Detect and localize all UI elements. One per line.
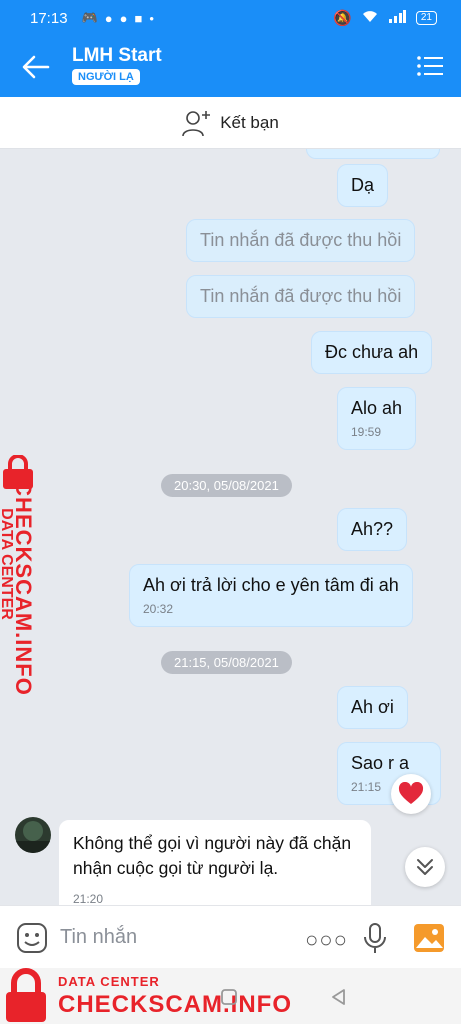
message-list[interactable]: Dạ Tin nhắn đã được thu hồi Tin nhắn đã …: [0, 149, 461, 905]
home-icon[interactable]: [220, 988, 238, 1006]
padlock-icon: [6, 968, 46, 1022]
momo-icon: ■: [134, 10, 143, 26]
chat-header: LMH Start NGƯỜI LẠ: [0, 36, 461, 97]
message-bubble-recalled[interactable]: Tin nhắn đã được thu hồi: [186, 219, 416, 262]
watermark-text-big: CHECKSCAM.INFO: [58, 991, 292, 1018]
message-bubble[interactable]: Ah ơi: [337, 686, 408, 729]
dot-icon: •: [149, 10, 154, 26]
message-text: Ah??: [351, 519, 394, 539]
back-nav-icon[interactable]: [330, 988, 348, 1006]
message-text: Ah ơi: [351, 697, 394, 717]
message-time: 20:32: [143, 602, 174, 616]
messenger-icon: ●: [104, 10, 113, 26]
chat-icon: ●: [119, 10, 128, 26]
message-bubble-incoming[interactable]: Không thể gọi vì người này đã chặn nhận …: [59, 820, 371, 905]
message-bubble[interactable]: Alo ah 19:59: [337, 387, 417, 450]
message-bubble[interactable]: Đc chưa ah: [311, 331, 433, 374]
message-time: 19:59: [351, 425, 382, 439]
message-text: Không thể gọi vì người này đã chặn nhận …: [73, 833, 352, 878]
message-bubble-recalled[interactable]: Tin nhắn đã được thu hồi: [186, 275, 416, 318]
message-bubble[interactable]: Dạ: [337, 164, 389, 207]
signal-icon: [388, 9, 406, 27]
date-separator: 21:15, 05/08/2021: [161, 651, 292, 674]
wifi-icon: [362, 9, 378, 27]
contact-name[interactable]: LMH Start: [72, 45, 162, 67]
double-chevron-down-icon: [417, 859, 433, 875]
message-text: Sao r a: [351, 753, 410, 773]
status-time: 17:13: [30, 9, 68, 27]
watermark-side: DATA CENTER CHECKSCAM.INFO: [0, 454, 50, 696]
back-arrow-icon[interactable]: [20, 52, 52, 82]
menu-icon[interactable]: [417, 55, 443, 77]
input-bar: Tin nhắn ○○○: [0, 905, 461, 968]
battery-icon: 21: [415, 11, 437, 25]
emoji-icon[interactable]: [16, 922, 48, 954]
navigation-bar: DATA CENTER CHECKSCAM.INFO: [0, 968, 461, 1024]
message-bubble-partial[interactable]: [306, 149, 440, 159]
message-text: Dạ: [351, 175, 375, 195]
message-text: Tin nhắn đã được thu hồi: [200, 230, 402, 250]
message-text: Tin nhắn đã được thu hồi: [200, 286, 402, 306]
more-options-icon[interactable]: ○○○: [305, 927, 348, 953]
message-bubble[interactable]: Ah??: [337, 508, 408, 551]
avatar[interactable]: [15, 817, 51, 853]
watermark-bottom: DATA CENTER CHECKSCAM.INFO: [0, 968, 300, 1024]
watermark-text-small: DATA CENTER: [58, 974, 160, 989]
message-text: Alo ah: [351, 398, 403, 418]
scroll-down-button[interactable]: [405, 847, 445, 887]
message-time: 21:20: [73, 892, 104, 905]
image-icon[interactable]: [413, 923, 445, 953]
stranger-badge: NGƯỜI LẠ: [72, 69, 140, 85]
add-friend-label: Kết bạn: [220, 112, 279, 132]
watermark-text-big: CHECKSCAM.INFO: [10, 480, 36, 696]
heart-icon: [398, 782, 424, 804]
add-friend-icon: [182, 110, 211, 136]
heart-reaction-button[interactable]: [391, 774, 431, 814]
message-text: Ah ơi trả lời cho e yên tâm đi ah: [143, 575, 399, 595]
message-bubble[interactable]: Ah ơi trả lời cho e yên tâm đi ah 20:32: [129, 564, 413, 627]
date-separator: 20:30, 05/08/2021: [161, 474, 292, 497]
mute-icon: 🔕: [333, 10, 352, 27]
message-input[interactable]: Tin nhắn: [60, 926, 137, 949]
microphone-icon[interactable]: [362, 922, 388, 954]
status-bar: 17:13 🎮 ● ● ■ • 🔕 21: [0, 0, 461, 36]
message-text: Đc chưa ah: [325, 342, 419, 362]
game-icon: 🎮: [81, 10, 98, 25]
add-friend-button[interactable]: Kết bạn: [0, 97, 461, 149]
